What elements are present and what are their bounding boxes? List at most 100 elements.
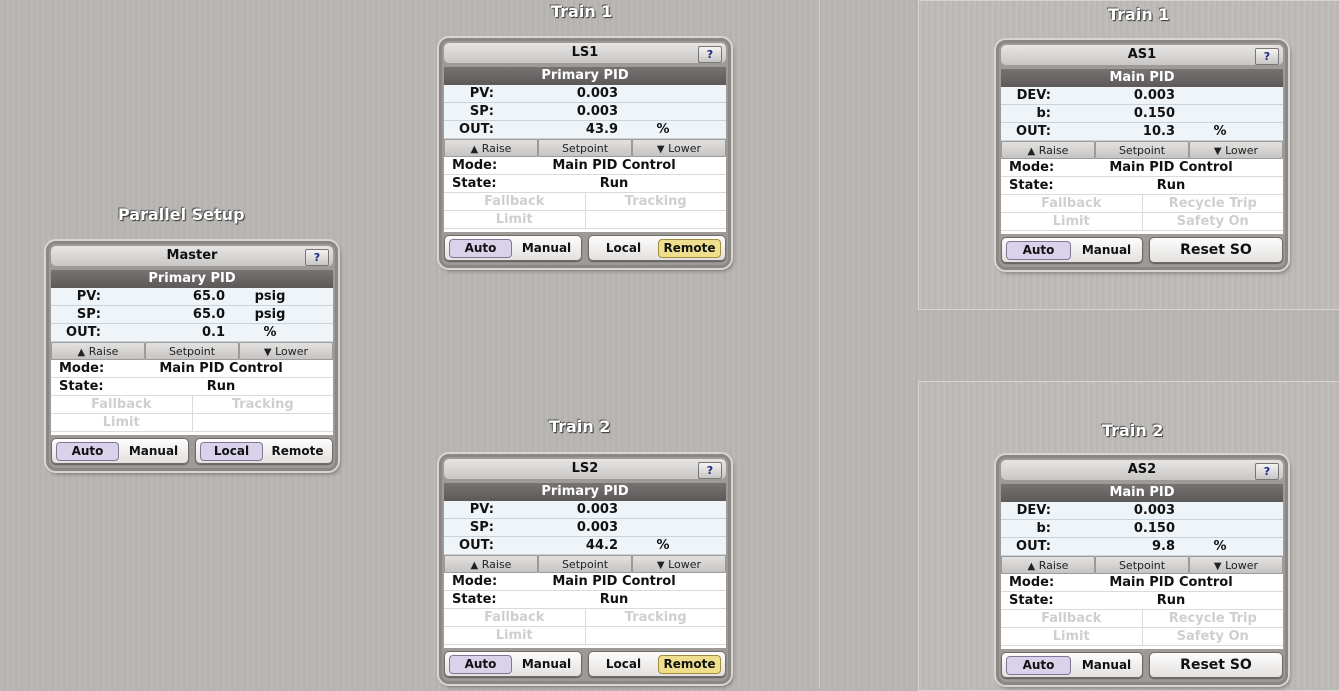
setpoint-button[interactable]: Setpoint <box>538 555 632 573</box>
mode-row: Mode: Main PID Control <box>1001 574 1283 592</box>
panel-header: LS2 ? <box>444 459 726 479</box>
mode-value: Main PID Control <box>159 361 283 376</box>
row-value: 0.150 <box>1133 521 1175 536</box>
local-button[interactable]: Local <box>593 240 654 257</box>
row-value: 0.003 <box>576 86 618 101</box>
out-row: OUT: 9.8% <box>1001 538 1283 556</box>
raise-button[interactable]: ▲ Raise <box>1001 556 1095 574</box>
lower-button[interactable]: ▼ Lower <box>1189 556 1283 574</box>
ls1-panel: LS1 ? Primary PID PV: 0.003 SP: 0.003 OUT:… <box>439 38 731 268</box>
local-button[interactable]: Local <box>593 656 654 673</box>
raise-button[interactable]: ▲ Raise <box>51 342 145 360</box>
manual-button[interactable]: Manual <box>1075 657 1138 674</box>
blank-indicator <box>586 627 727 644</box>
panel-name: AS1 <box>1127 47 1157 62</box>
reset-so-button[interactable]: Reset SO <box>1149 652 1283 678</box>
mode-label: Mode: <box>59 361 105 376</box>
setpoint-controls: ▲ Raise Setpoint ▼ Lower <box>444 139 726 157</box>
remote-button[interactable]: Remote <box>658 654 721 674</box>
row-label: b: <box>1036 521 1051 536</box>
mode-value: Main PID Control <box>1109 160 1233 175</box>
raise-button[interactable]: ▲ Raise <box>444 139 538 157</box>
panel-body: Primary PID PV: 0.003 SP: 0.003 OUT: 43.9% … <box>444 67 726 232</box>
row-value: 10.3 <box>1142 124 1175 139</box>
setpoint-button[interactable]: Setpoint <box>1095 556 1189 574</box>
row-value: 0.003 <box>576 502 618 517</box>
mode-value: Main PID Control <box>552 158 676 173</box>
help-button[interactable]: ? <box>305 249 329 266</box>
panel-name: LS2 <box>571 461 599 476</box>
mode-label: Mode: <box>452 158 498 173</box>
setpoint-button[interactable]: Setpoint <box>1095 141 1189 159</box>
section-bar: Main PID <box>1001 69 1283 87</box>
raise-button[interactable]: ▲ Raise <box>1001 141 1095 159</box>
row-unit: psig <box>254 307 286 322</box>
ls2-panel: LS2 ? Primary PID PV: 0.003 SP: 0.003 OUT:… <box>439 454 731 684</box>
panel-body: Main PID DEV: 0.003 b: 0.150 OUT: 9.8% ▲ Ra… <box>1001 484 1283 649</box>
pv-row: PV: 0.003 <box>444 85 726 103</box>
auto-button[interactable]: Auto <box>56 441 119 461</box>
local-button[interactable]: Local <box>200 441 263 461</box>
mode-row: Mode: Main PID Control <box>444 573 726 591</box>
local-remote-toggle: Local Remote <box>195 438 333 464</box>
panel-header: Master ? <box>51 246 333 266</box>
tracking-indicator: Tracking <box>624 610 687 625</box>
recycle-trip-indicator: Recycle Trip <box>1168 196 1257 211</box>
raise-button[interactable]: ▲ Raise <box>444 555 538 573</box>
manual-button[interactable]: Manual <box>1075 242 1138 259</box>
setpoint-button[interactable]: Setpoint <box>538 139 632 157</box>
out-row: OUT: 43.9% <box>444 121 726 139</box>
out-row: OUT: 0.1% <box>51 324 333 342</box>
auto-button[interactable]: Auto <box>449 238 512 258</box>
remote-button[interactable]: Remote <box>658 238 721 258</box>
out-row: OUT: 10.3% <box>1001 123 1283 141</box>
panel-footer: Auto Manual Local Remote <box>444 235 726 261</box>
auto-button[interactable]: Auto <box>1006 655 1071 675</box>
panel-header: AS2 ? <box>1001 460 1283 480</box>
local-remote-toggle: Local Remote <box>588 651 726 677</box>
remote-button[interactable]: Remote <box>267 443 328 460</box>
panel-header: AS1 ? <box>1001 45 1283 65</box>
state-row: State: Run <box>444 591 726 609</box>
help-button[interactable]: ? <box>1255 48 1279 65</box>
auto-button[interactable]: Auto <box>1006 240 1071 260</box>
status-row-1: Fallback Tracking <box>444 193 726 211</box>
section-bar: Primary PID <box>444 67 726 85</box>
manual-button[interactable]: Manual <box>516 656 577 673</box>
safety-on-indicator: Safety On <box>1176 214 1249 229</box>
panel-name: Master <box>166 248 218 263</box>
raise-label: Raise <box>481 142 512 155</box>
panel-body: Main PID DEV: 0.003 b: 0.150 OUT: 10.3% ▲ R… <box>1001 69 1283 234</box>
row-value: 43.9 <box>585 122 618 137</box>
setpoint-button[interactable]: Setpoint <box>145 342 239 360</box>
lower-button[interactable]: ▼ Lower <box>632 139 726 157</box>
recycle-trip-indicator: Recycle Trip <box>1168 611 1257 626</box>
row-unit: psig <box>254 289 286 304</box>
fallback-indicator: Fallback <box>1001 195 1143 212</box>
triangle-up-icon: ▲ <box>470 560 479 571</box>
mode-row: Mode: Main PID Control <box>51 360 333 378</box>
reset-so-button[interactable]: Reset SO <box>1149 237 1283 263</box>
section-bar: Primary PID <box>444 483 726 501</box>
triangle-up-icon: ▲ <box>470 144 479 155</box>
limit-indicator: Limit <box>51 414 193 431</box>
auto-button[interactable]: Auto <box>449 654 512 674</box>
help-button[interactable]: ? <box>698 462 722 479</box>
auto-manual-toggle: Auto Manual <box>1001 652 1143 678</box>
help-button[interactable]: ? <box>698 46 722 63</box>
triangle-down-icon: ▼ <box>1213 561 1222 572</box>
row-value: 65.0 <box>192 289 225 304</box>
help-button[interactable]: ? <box>1255 463 1279 480</box>
manual-button[interactable]: Manual <box>516 240 577 257</box>
triangle-down-icon: ▼ <box>263 347 272 358</box>
panel-header: LS1 ? <box>444 43 726 63</box>
lower-button[interactable]: ▼ Lower <box>239 342 333 360</box>
status-row-2: Limit <box>51 414 333 432</box>
out-row: OUT: 44.2% <box>444 537 726 555</box>
status-row-1: Fallback Tracking <box>444 609 726 627</box>
lower-button[interactable]: ▼ Lower <box>1189 141 1283 159</box>
setpoint-controls: ▲ Raise Setpoint ▼ Lower <box>1001 141 1283 159</box>
blank-indicator <box>193 414 334 431</box>
lower-button[interactable]: ▼ Lower <box>632 555 726 573</box>
manual-button[interactable]: Manual <box>123 443 184 460</box>
